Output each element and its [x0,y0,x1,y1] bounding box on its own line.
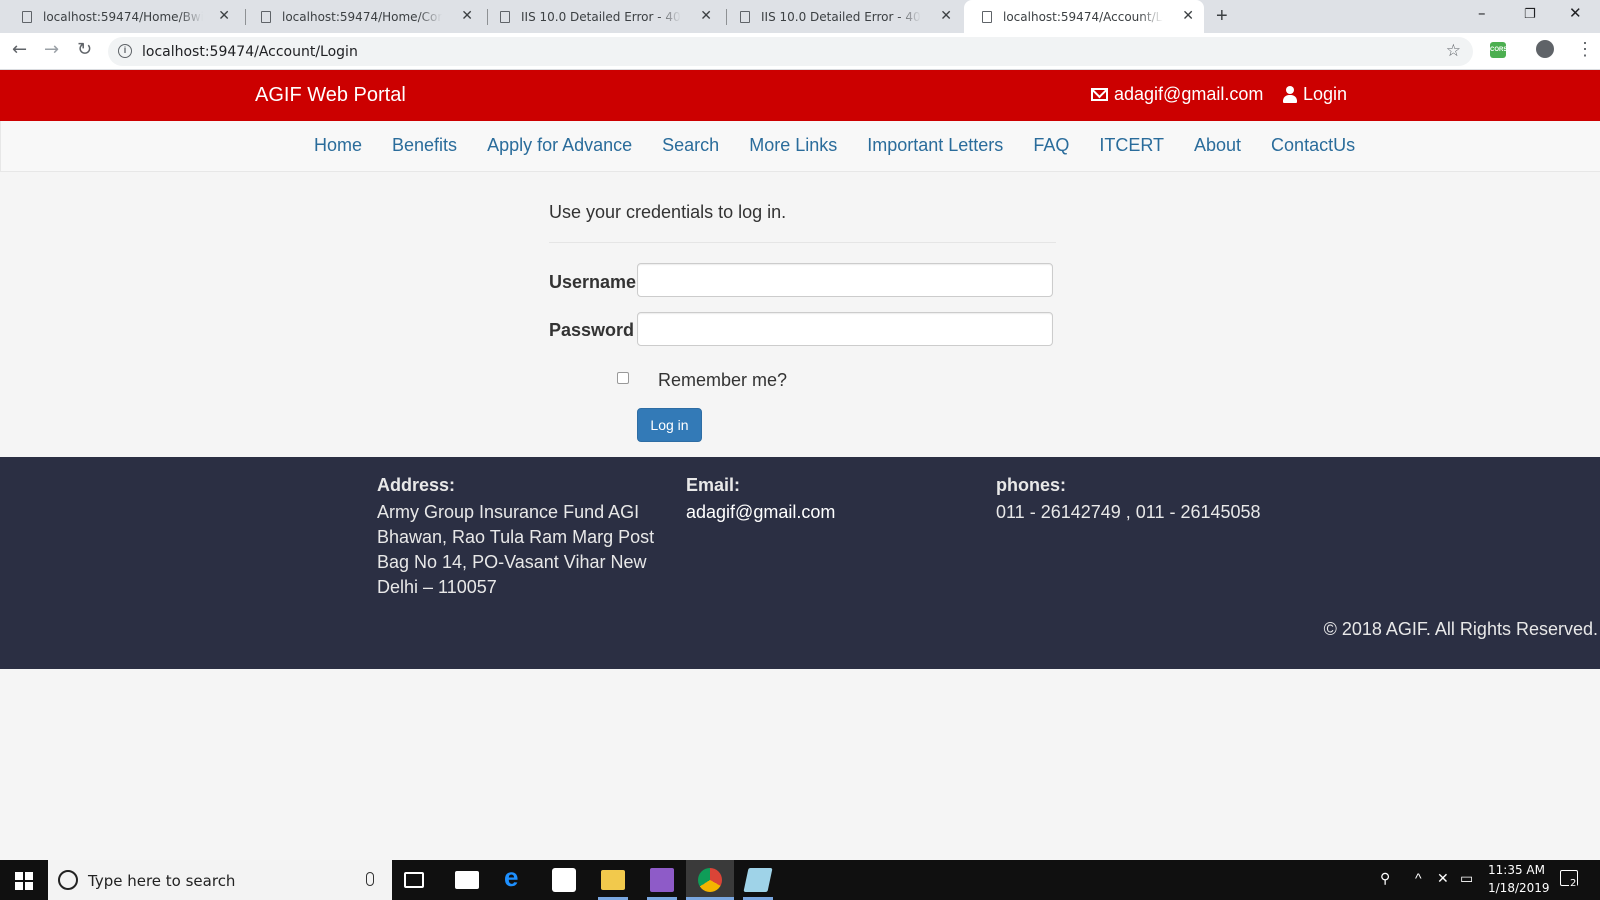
header-login-text: Login [1303,84,1348,104]
nav-list: Home Benefits Apply for Advance Search M… [299,135,1370,156]
nav-home[interactable]: Home [299,135,377,156]
phones-heading: phones: [996,475,1066,495]
page-icon [740,10,750,23]
forward-icon[interactable]: → [44,39,59,60]
address-heading: Address: [377,475,456,495]
username-label: Username [549,272,637,292]
tab-title: localhost:59474/Account/Login [1003,9,1163,24]
address-line: Delhi – 110057 [377,577,497,597]
browser-tab[interactable]: localhost:59474/Home/ContactU ✕ [243,0,483,33]
mail-icon[interactable] [455,871,479,889]
clock-date[interactable]: 1/18/2019 [1488,881,1550,895]
info-icon[interactable]: i [118,44,132,58]
address-block: Army Group Insurance Fund AGI Bhawan, Ra… [377,500,654,600]
nav-itcert[interactable]: ITCERT [1084,135,1179,156]
reload-icon[interactable]: ↻ [77,39,92,60]
nav-search[interactable]: Search [647,135,734,156]
username-input[interactable] [637,263,1053,297]
browser-tab[interactable]: IIS 10.0 Detailed Error - 404.0 - N ✕ [482,0,722,33]
taskbar-search-placeholder: Type here to search [88,872,236,890]
microphone-icon[interactable] [366,872,374,886]
phones-text: 011 - 26142749 , 011 - 26145058 [996,502,1261,522]
minimize-icon[interactable]: – [1478,4,1486,22]
browser-tab-strip: localhost:59474/Home/Bwin ✕ localhost:59… [0,0,1600,33]
brand-link[interactable]: AGIF Web Portal [255,84,406,107]
back-icon[interactable]: ← [12,39,27,60]
cortana-icon [58,870,78,890]
new-tab-icon[interactable]: + [1216,5,1228,28]
nav-about[interactable]: About [1179,135,1256,156]
tab-title: localhost:59474/Home/Bwin [43,9,203,24]
nav-important-letters[interactable]: Important Letters [852,135,1018,156]
password-label: Password [549,320,635,340]
copyright-text: © 2018 AGIF. All Rights Reserved. [1323,619,1598,639]
browser-tab[interactable]: IIS 10.0 Detailed Error - 404.0 - N ✕ [722,0,962,33]
address-line: Bhawan, Rao Tula Ram Marg Post [377,527,655,547]
divider [549,242,1056,243]
url-text[interactable]: localhost:59474/Account/Login [142,44,358,60]
show-hidden-icons-icon[interactable]: ^ [1415,870,1422,886]
nav-faq[interactable]: FAQ [1018,135,1084,156]
address-line: Bag No 14, PO-Vasant Vihar New [377,552,647,572]
remember-me-checkbox[interactable] [617,372,629,384]
close-tab-icon[interactable]: ✕ [1182,8,1194,24]
windows-taskbar: Type here to search e ⚲ ^ ✕ ▭ 11:35 AM 1… [0,860,1600,900]
notepad-icon[interactable] [743,868,773,892]
page-icon [261,10,271,23]
people-icon[interactable]: ⚲ [1380,870,1390,887]
password-input[interactable] [637,312,1053,346]
network-icon[interactable]: ▭ [1460,870,1473,887]
browser-tab[interactable]: localhost:59474/Home/Bwin ✕ [4,0,240,33]
header-email-text: adagif@gmail.com [1114,84,1264,104]
browser-tab-active[interactable]: localhost:59474/Account/Login ✕ [964,0,1204,33]
volume-muted-icon[interactable]: ✕ [1437,870,1449,887]
clock-time[interactable]: 11:35 AM [1488,863,1545,877]
bookmark-star-icon[interactable]: ☆ [1446,41,1461,61]
notification-count: 2 [1569,878,1578,889]
site-header: AGIF Web Portal adagif@gmail.com Login [0,70,1600,121]
footer-email-link[interactable]: adagif@gmail.com [686,500,835,525]
profile-icon[interactable] [1536,40,1554,58]
page-icon [982,10,992,23]
tab-title: localhost:59474/Home/ContactU [282,9,442,24]
cors-extension-icon[interactable]: CORS [1490,42,1507,58]
header-email-link[interactable]: adagif@gmail.com [1091,84,1263,105]
tab-title: IIS 10.0 Detailed Error - 404.0 - N [521,9,681,24]
login-intro-text: Use your credentials to log in. [549,202,787,222]
address-line: Army Group Insurance Fund AGI [377,502,640,522]
visual-studio-icon[interactable] [650,868,674,892]
nav-benefits[interactable]: Benefits [377,135,472,156]
close-tab-icon[interactable]: ✕ [461,8,473,24]
site-footer: Address: Army Group Insurance Fund AGI B… [0,457,1600,669]
task-view-icon[interactable] [404,872,424,888]
email-heading: Email: [686,475,741,495]
edge-icon[interactable]: e [504,862,528,892]
close-window-icon[interactable]: ✕ [1569,4,1582,22]
browser-toolbar: ← → ↻ i localhost:59474/Account/Login ☆ … [0,33,1600,70]
user-icon [1283,86,1297,103]
remember-me-label[interactable]: Remember me? [658,370,787,391]
restore-icon[interactable]: ❐ [1524,7,1536,22]
browser-menu-icon[interactable]: ⋮ [1576,39,1594,60]
envelope-icon [1091,88,1108,101]
page-icon [22,10,32,23]
main-nav: Home Benefits Apply for Advance Search M… [0,121,1600,172]
taskbar-search-box[interactable]: Type here to search [48,860,392,900]
close-tab-icon[interactable]: ✕ [218,8,230,24]
close-tab-icon[interactable]: ✕ [940,8,952,24]
nav-more-links[interactable]: More Links [734,135,852,156]
tab-title: IIS 10.0 Detailed Error - 404.0 - N [761,9,921,24]
chrome-icon[interactable] [698,868,722,892]
windows-start-icon[interactable] [15,872,33,890]
nav-contactus[interactable]: ContactUs [1256,135,1370,156]
log-in-button[interactable]: Log in [637,408,702,442]
close-tab-icon[interactable]: ✕ [700,8,712,24]
nav-apply-for-advance[interactable]: Apply for Advance [472,135,647,156]
header-login-link[interactable]: Login [1283,84,1347,105]
file-explorer-icon[interactable] [601,870,625,890]
address-bar[interactable]: i localhost:59474/Account/Login ☆ [108,37,1473,66]
page-icon [500,10,510,23]
store-icon[interactable] [552,868,576,892]
